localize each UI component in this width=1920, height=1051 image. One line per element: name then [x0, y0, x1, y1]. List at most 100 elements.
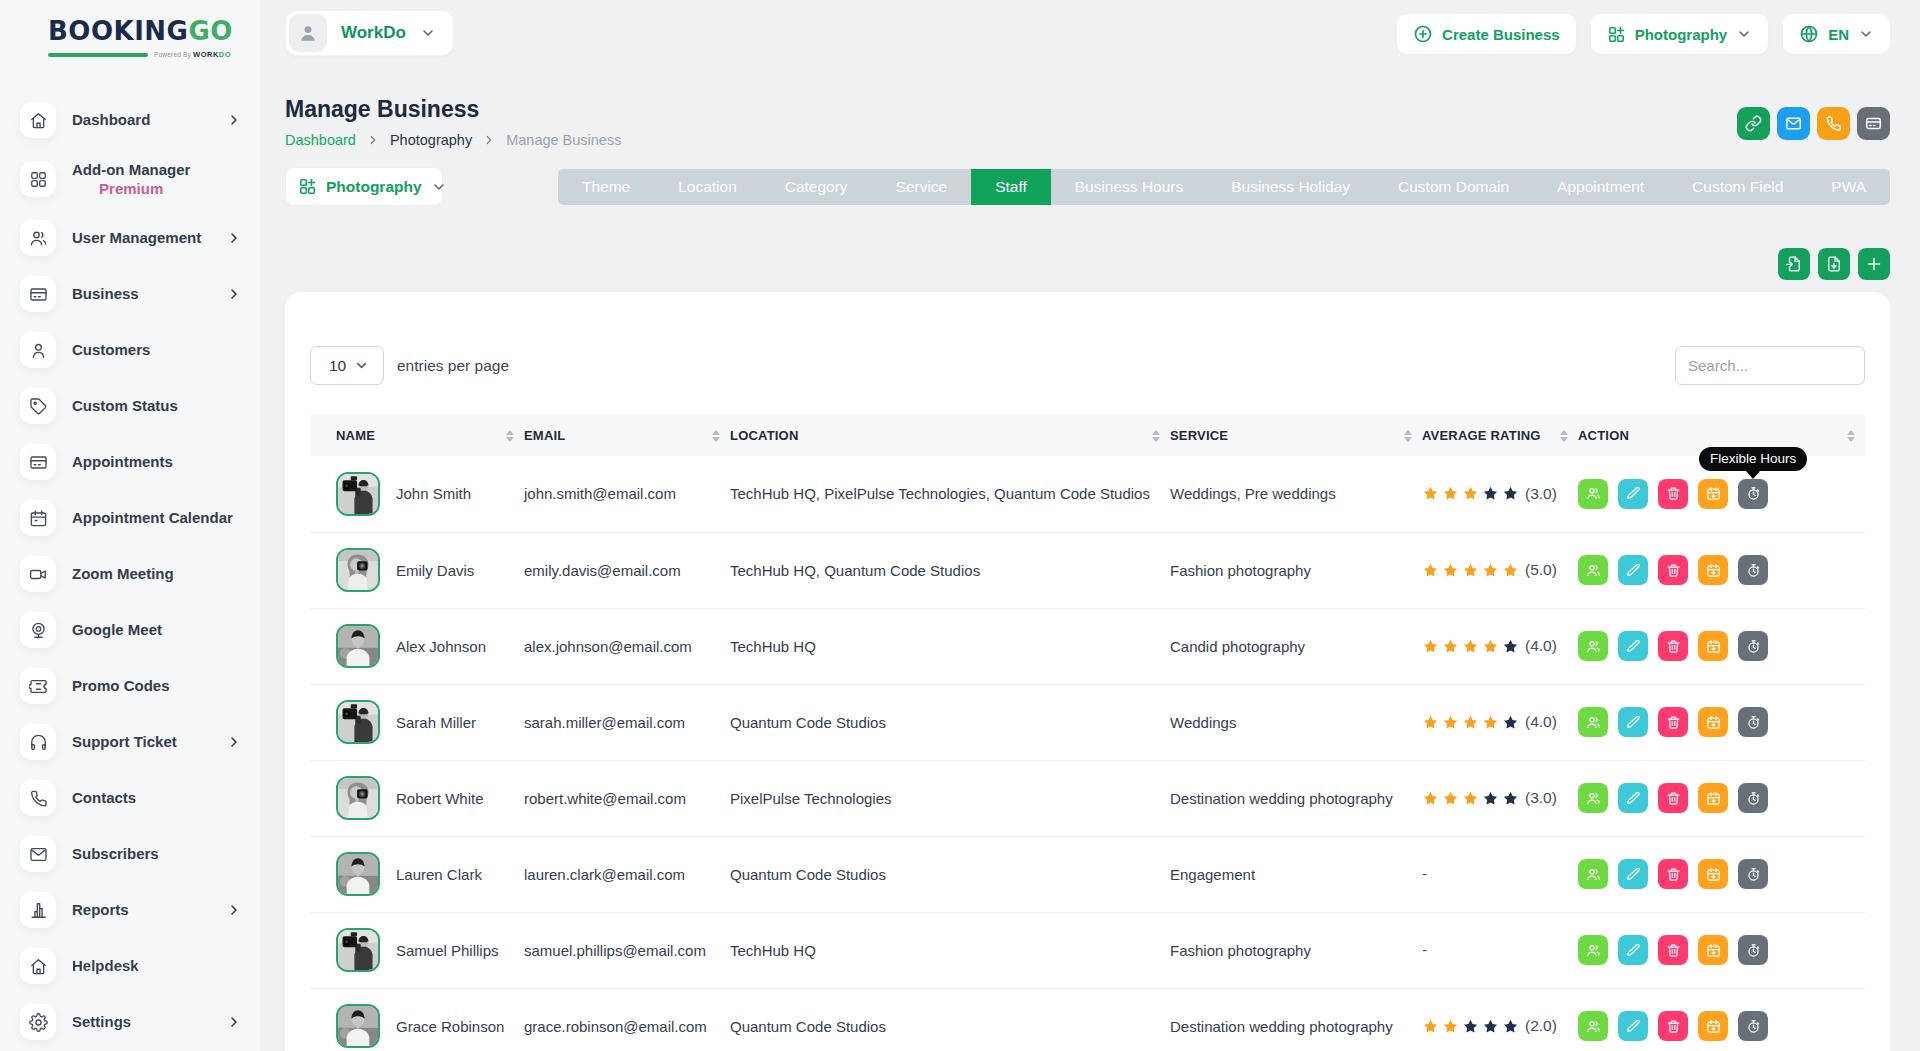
delete-button[interactable]: [1658, 935, 1688, 965]
staff-users-button[interactable]: [1578, 479, 1608, 509]
tab-business-holiday[interactable]: Business Holiday: [1207, 169, 1374, 205]
file-export-button[interactable]: [1778, 248, 1810, 280]
business-select-label: Photography: [326, 178, 422, 196]
sidebar-item-reports[interactable]: Reports: [20, 882, 242, 938]
phone-button[interactable]: [1817, 107, 1850, 140]
staff-users-button[interactable]: [1578, 707, 1608, 737]
sidebar-item-dashboard[interactable]: Dashboard: [20, 92, 242, 148]
staff-users-button[interactable]: [1578, 631, 1608, 661]
sidebar-item-google-meet[interactable]: Google Meet: [20, 602, 242, 658]
sort-icons[interactable]: [506, 430, 524, 442]
column-header-location[interactable]: LOCATION: [730, 415, 1170, 456]
tab-business-hours[interactable]: Business Hours: [1051, 169, 1207, 205]
calendar-button[interactable]: [1698, 555, 1728, 585]
breadcrumb-section[interactable]: Photography: [390, 132, 472, 148]
sidebar-item-custom-status[interactable]: Custom Status: [20, 378, 242, 434]
staff-users-button[interactable]: [1578, 783, 1608, 813]
create-business-button[interactable]: Create Business: [1397, 14, 1576, 54]
staff-users-button[interactable]: [1578, 555, 1608, 585]
tab-staff[interactable]: Staff: [971, 169, 1051, 205]
breadcrumb-dashboard[interactable]: Dashboard: [285, 132, 356, 148]
sidebar-item-support-ticket[interactable]: Support Ticket: [20, 714, 242, 770]
flexible-hours-button[interactable]: [1738, 707, 1768, 737]
staff-users-button[interactable]: [1578, 1011, 1608, 1041]
edit-button[interactable]: [1618, 783, 1648, 813]
sidebar-item-subscribers[interactable]: Subscribers: [20, 826, 242, 882]
sidebar-item-add-on-manager[interactable]: Add-on ManagerPremium: [20, 148, 242, 210]
edit-button[interactable]: [1618, 707, 1648, 737]
mail-button[interactable]: [1777, 107, 1810, 140]
sidebar-item-settings[interactable]: Settings: [20, 994, 242, 1050]
column-header-service[interactable]: SERVICE: [1170, 415, 1422, 456]
sidebar-item-appointments[interactable]: Appointments: [20, 434, 242, 490]
file-download-button[interactable]: [1818, 248, 1850, 280]
calendar-button[interactable]: [1698, 1011, 1728, 1041]
delete-button[interactable]: [1658, 631, 1688, 661]
business-dropdown[interactable]: Photography: [1591, 14, 1769, 54]
sort-icons[interactable]: [1847, 430, 1865, 442]
flexible-hours-button[interactable]: [1738, 479, 1768, 509]
staff-users-button[interactable]: [1578, 935, 1608, 965]
calendar-button[interactable]: [1698, 783, 1728, 813]
tab-service[interactable]: Service: [872, 169, 972, 205]
business-select[interactable]: Photography: [285, 167, 443, 206]
column-header-average-rating[interactable]: AVERAGE RATING: [1422, 415, 1578, 456]
calendar-button[interactable]: [1698, 631, 1728, 661]
edit-button[interactable]: [1618, 631, 1648, 661]
column-header-name[interactable]: NAME: [310, 415, 524, 456]
calendar-button[interactable]: [1698, 707, 1728, 737]
plus-button[interactable]: [1858, 248, 1890, 280]
sidebar-item-promo-codes[interactable]: Promo Codes: [20, 658, 242, 714]
flexible-hours-button[interactable]: [1738, 935, 1768, 965]
tab-location[interactable]: Location: [654, 169, 761, 205]
language-dropdown[interactable]: EN: [1783, 14, 1890, 54]
column-header-email[interactable]: EMAIL: [524, 415, 730, 456]
delete-button[interactable]: [1658, 555, 1688, 585]
staff-location: TechHub HQ: [730, 912, 1170, 988]
edit-button[interactable]: [1618, 479, 1648, 509]
tab-custom-field[interactable]: Custom Field: [1668, 169, 1807, 205]
edit-button[interactable]: [1618, 935, 1648, 965]
delete-button[interactable]: [1658, 707, 1688, 737]
sidebar-item-contacts[interactable]: Contacts: [20, 770, 242, 826]
tab-theme[interactable]: Theme: [558, 169, 654, 205]
delete-button[interactable]: [1658, 1011, 1688, 1041]
sort-icons[interactable]: [1404, 430, 1422, 442]
search-input[interactable]: [1675, 346, 1865, 385]
edit-button[interactable]: [1618, 555, 1648, 585]
edit-button[interactable]: [1618, 1011, 1648, 1041]
flexible-hours-button[interactable]: [1738, 859, 1768, 889]
tab-appointment[interactable]: Appointment: [1533, 169, 1668, 205]
entries-per-page-select[interactable]: 10: [310, 346, 384, 385]
tab-category[interactable]: Category: [761, 169, 872, 205]
delete-button[interactable]: [1658, 859, 1688, 889]
flexible-hours-button[interactable]: [1738, 1011, 1768, 1041]
sort-icons[interactable]: [712, 430, 730, 442]
chevron-down-icon: [1858, 26, 1874, 42]
staff-users-button[interactable]: [1578, 859, 1608, 889]
card-button[interactable]: [1857, 107, 1890, 140]
calendar-button[interactable]: [1698, 935, 1728, 965]
calendar-button[interactable]: [1698, 479, 1728, 509]
sidebar-item-appointment-calendar[interactable]: Appointment Calendar: [20, 490, 242, 546]
sidebar-item-helpdesk[interactable]: Helpdesk: [20, 938, 242, 994]
calendar-button[interactable]: [1698, 859, 1728, 889]
brand-powered-by: Powered By WORKDO: [154, 50, 231, 59]
flexible-hours-button[interactable]: [1738, 631, 1768, 661]
sidebar-item-business[interactable]: Business: [20, 266, 242, 322]
sidebar-item-zoom-meeting[interactable]: Zoom Meeting: [20, 546, 242, 602]
link-button[interactable]: [1737, 107, 1770, 140]
tab-pwa[interactable]: PWA: [1807, 169, 1890, 205]
sort-icons[interactable]: [1560, 430, 1578, 442]
brand-logo[interactable]: BOOKINGGO Powered By WORKDO: [0, 0, 260, 59]
sidebar-item-customers[interactable]: Customers: [20, 322, 242, 378]
delete-button[interactable]: [1658, 783, 1688, 813]
edit-button[interactable]: [1618, 859, 1648, 889]
flexible-hours-button[interactable]: [1738, 555, 1768, 585]
flexible-hours-button[interactable]: [1738, 783, 1768, 813]
workspace-selector[interactable]: WorkDo: [285, 10, 454, 56]
sort-icons[interactable]: [1152, 430, 1170, 442]
tab-custom-domain[interactable]: Custom Domain: [1374, 169, 1533, 205]
sidebar-item-user-management[interactable]: User Management: [20, 210, 242, 266]
delete-button[interactable]: [1658, 479, 1688, 509]
